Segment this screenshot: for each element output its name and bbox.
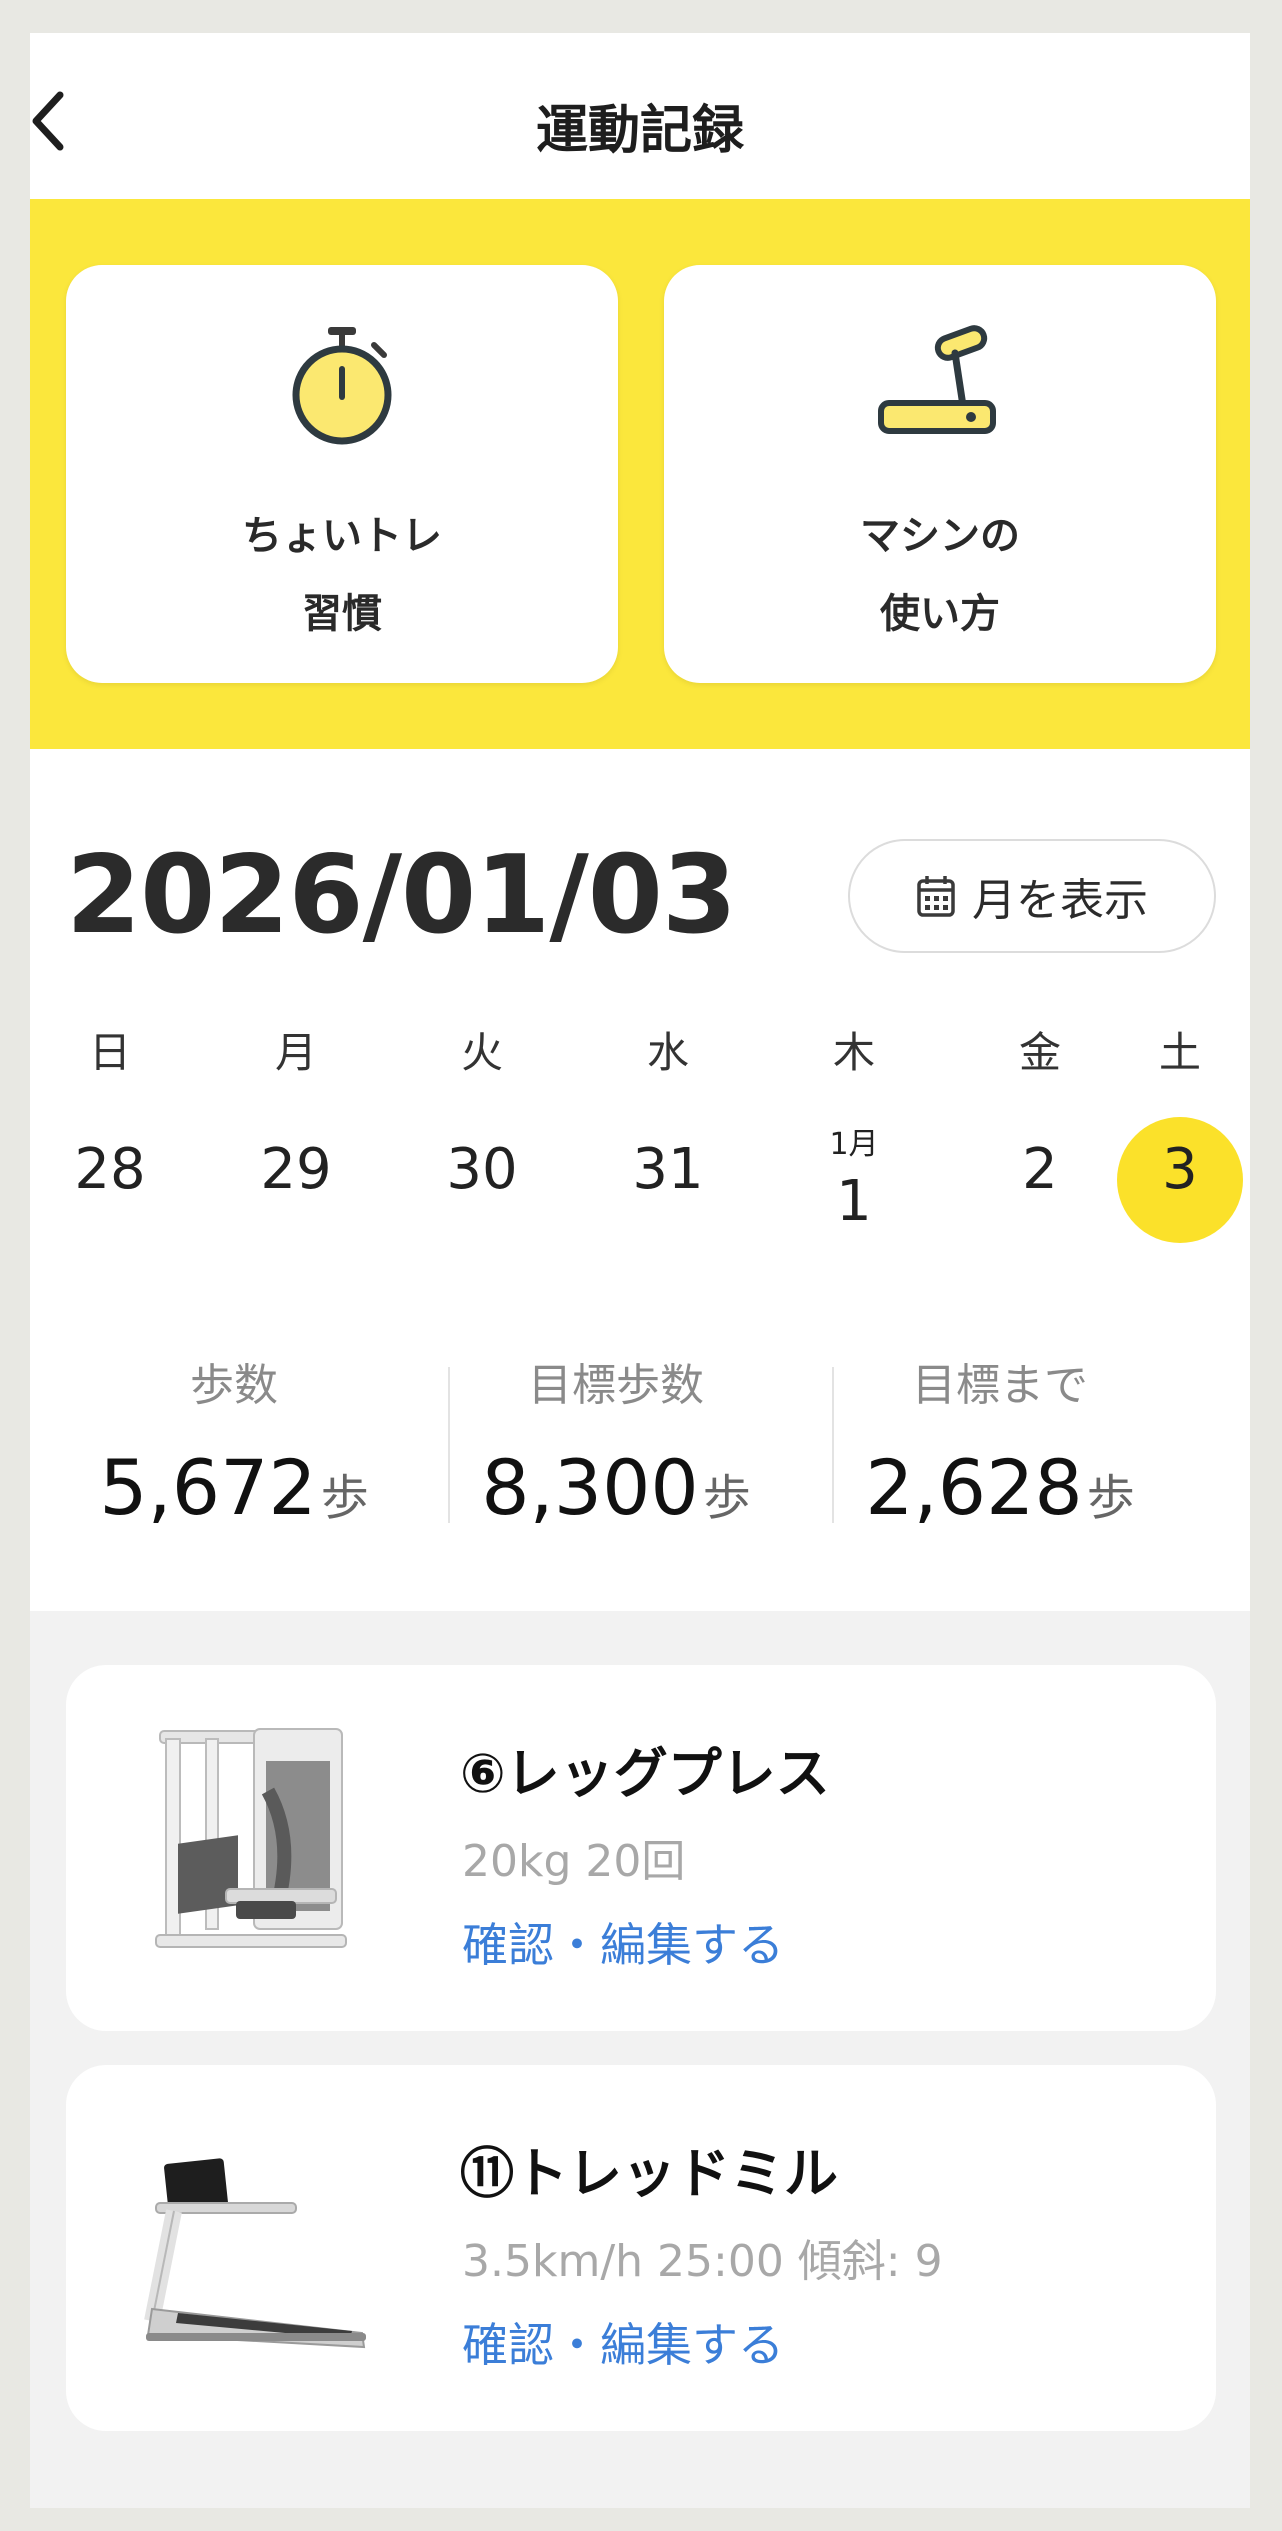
page-title: 運動記録: [535, 101, 744, 161]
show-month-button[interactable]: 月を表示: [848, 839, 1216, 953]
edit-record-link[interactable]: 確認・編集する: [462, 1909, 784, 1975]
day-of-week: 日: [88, 1028, 131, 1077]
treadmill-machine-image: [144, 2158, 366, 2349]
header: 運動記録: [30, 33, 1250, 199]
shortcut-banner: ちょいトレ 習慣 マシンの 使い方: [30, 199, 1250, 749]
machine-detail: 20kg 20回: [462, 1836, 686, 1887]
day-of-week: 月: [274, 1028, 317, 1077]
day-of-week: 水: [646, 1028, 689, 1077]
day-of-week: 火: [460, 1028, 503, 1077]
machine-card-leg-press[interactable]: ⑥レッグプレス 20kg 20回 確認・編集する: [66, 1665, 1216, 2031]
stat-value-row: 5,672歩: [42, 1443, 426, 1532]
machine-name: ⑪トレッドミル: [460, 2142, 838, 2205]
step-stats: 歩数 5,672歩 目標歩数 8,300歩 目標まで 2,628歩: [30, 1349, 1250, 1532]
stat-value-row: 8,300歩: [424, 1443, 808, 1532]
calendar-icon: [917, 876, 955, 917]
stat-label: 目標歩数: [528, 1360, 704, 1411]
stat-value-row: 2,628歩: [808, 1443, 1192, 1532]
stat-label: 歩数: [190, 1360, 278, 1411]
stat-unit: 歩: [702, 1470, 751, 1526]
machine-card-treadmill[interactable]: ⑪トレッドミル 3.5km/h 25:00 傾斜: 9 確認・編集する: [66, 2065, 1216, 2431]
card-label-line2: 使い方: [880, 591, 1000, 637]
card-label-line1: マシンの: [860, 513, 1020, 559]
card-label-line2: 習慣: [302, 591, 382, 637]
stat-unit: 歩: [320, 1470, 369, 1526]
target-steps-stat: 目標歩数 8,300歩: [424, 1349, 808, 1532]
machine-usage-label: マシンの 使い方: [664, 497, 1216, 653]
day-number: 30: [446, 1137, 518, 1202]
stopwatch-icon: [292, 327, 392, 445]
day-of-week: 木: [832, 1028, 875, 1077]
current-date: 2026/01/03: [66, 833, 737, 958]
treadmill-icon: [878, 325, 996, 434]
day-number: 31: [632, 1137, 704, 1202]
habit-training-card[interactable]: ちょいトレ 習慣: [66, 265, 618, 683]
stat-value: 5,672: [99, 1443, 317, 1532]
date-section: 2026/01/03 月を表示 日 28 月 29 火 30 水 31 木 1月…: [30, 749, 1250, 1611]
day-number: 28: [74, 1137, 146, 1202]
stat-value: 8,300: [481, 1443, 699, 1532]
day-number: 2: [1022, 1137, 1058, 1202]
month-marker: 1月: [829, 1127, 879, 1162]
machine-detail: 3.5km/h 25:00 傾斜: 9: [462, 2236, 943, 2287]
day-number: 1: [836, 1169, 872, 1234]
show-month-label: 月を表示: [972, 875, 1148, 926]
steps-stat: 歩数 5,672歩: [42, 1349, 426, 1532]
day-number: 29: [260, 1137, 332, 1202]
day-of-week: 土: [1158, 1028, 1201, 1077]
stat-label: 目標まで: [912, 1360, 1088, 1411]
machine-usage-card[interactable]: マシンの 使い方: [664, 265, 1216, 683]
stat-value: 2,628: [865, 1443, 1083, 1532]
day-number: 3: [1162, 1137, 1198, 1202]
edit-record-link[interactable]: 確認・編集する: [462, 2309, 784, 2375]
card-label-line1: ちょいトレ: [242, 513, 442, 559]
habit-training-label: ちょいトレ 習慣: [66, 497, 618, 653]
stat-unit: 歩: [1086, 1470, 1135, 1526]
day-of-week: 金: [1018, 1028, 1061, 1077]
remaining-steps-stat: 目標まで 2,628歩: [808, 1349, 1192, 1532]
leg-press-machine-image: [155, 1728, 347, 1948]
machine-name: ⑥レッグプレス: [460, 1742, 830, 1805]
app-screen: 運動記録 ちょいトレ 習慣 マシンの 使い方 2026/01/03 月を表示 日…: [30, 33, 1250, 2508]
